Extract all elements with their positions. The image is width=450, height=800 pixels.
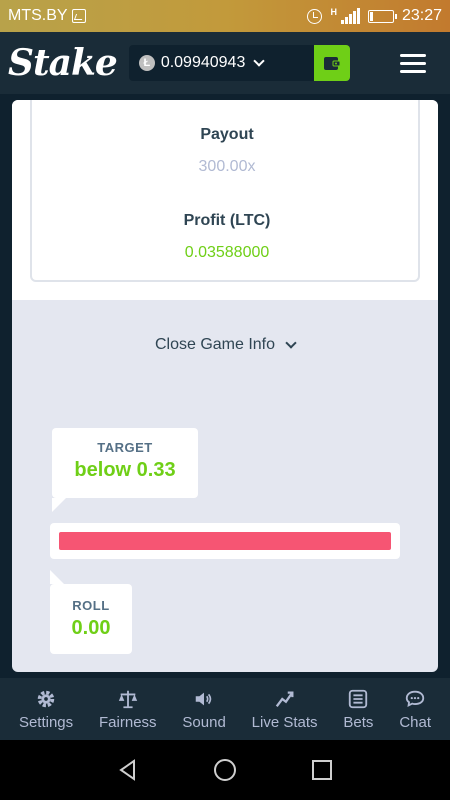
nav-chat[interactable]: Chat [399,688,431,731]
carrier-group: MTS.BY [8,7,86,25]
result-bar [50,523,400,559]
gear-icon [37,690,55,707]
nav-label: Chat [399,713,431,731]
wallet-icon [323,57,341,70]
wallet-button[interactable] [313,45,350,81]
roll-label: ROLL [72,598,110,613]
app-header: Stake Ł 0.09940943 [0,32,450,94]
result-bar-fill [59,532,391,550]
chevron-down-icon [253,55,266,67]
profit-value: 0.03588000 [184,244,270,261]
status-bar: MTS.BY H 23:27 [0,0,450,32]
nav-label: Live Stats [251,713,318,731]
status-right: H 23:27 [307,7,442,25]
hamburger-menu-icon[interactable] [400,53,426,73]
target-bubble: TARGET below 0.33 [52,428,198,512]
speaker-icon [195,692,212,705]
close-game-info-label: Close Game Info [154,336,276,353]
nav-label: Sound [182,713,226,731]
nav-label: Bets [343,713,374,731]
signal-icon [340,8,360,24]
target-label: TARGET [97,440,153,455]
balance-value: 0.09940943 [160,54,246,71]
balance-selector[interactable]: Ł 0.09940943 [128,45,314,81]
game-info-section: Payout 300.00x Profit (LTC) 0.03588000 [12,100,438,300]
clock: 23:27 [401,7,442,24]
nav-label: Settings [18,713,74,731]
carrier-name: MTS.BY [8,7,68,24]
target-value: below 0.33 [74,459,176,481]
scale-icon [118,690,137,708]
bottom-nav: Settings Fairness Sound Live Stats Bets [0,678,450,740]
close-game-info-button[interactable]: Close Game Info [12,336,438,354]
nav-settings[interactable]: Settings [19,688,73,731]
chevron-down-icon [285,336,297,349]
nav-bets[interactable]: Bets [343,688,373,731]
network-type: H [330,7,337,17]
recents-icon[interactable] [310,758,334,782]
profit-label: Profit (LTC) [183,212,271,229]
chat-icon [405,690,425,707]
nav-fairness[interactable]: Fairness [99,688,157,731]
battery-icon [367,9,397,23]
system-nav-bar [0,740,450,800]
game-info-box: Payout 300.00x Profit (LTC) 0.03588000 [30,100,420,282]
game-panel: Payout 300.00x Profit (LTC) 0.03588000 C… [12,100,438,672]
list-icon [349,689,368,708]
back-icon[interactable] [116,758,140,782]
roll-bubble: ROLL 0.00 [50,570,132,654]
home-icon[interactable] [213,758,237,782]
image-notification-icon [71,9,86,23]
nav-sound[interactable]: Sound [182,688,226,731]
payout-value: 300.00x [198,158,256,175]
alarm-icon [307,8,323,24]
litecoin-icon: Ł [138,55,155,71]
stake-logo[interactable]: Stake [8,42,118,84]
nav-live-stats[interactable]: Live Stats [252,688,318,731]
trend-icon [275,690,294,707]
roll-value: 0.00 [71,617,111,639]
nav-label: Fairness [99,713,157,731]
payout-label: Payout [200,126,254,143]
